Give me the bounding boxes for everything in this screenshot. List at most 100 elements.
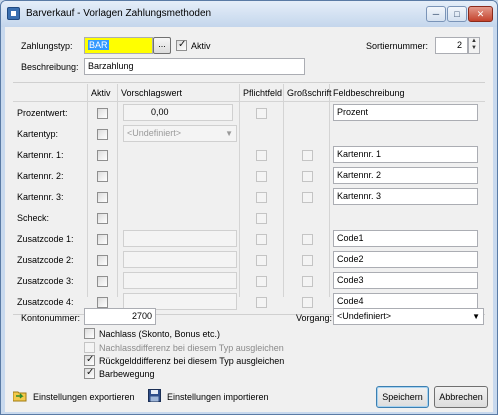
kartentyp-combo[interactable]: <Undefiniert> ▼: [123, 125, 237, 142]
sortiernummer-input[interactable]: 2: [435, 37, 468, 54]
nachlass-label: Nachlass (Skonto, Bonus etc.): [99, 329, 221, 339]
row-label-kartennr-1: Kartennr. 1:: [17, 150, 64, 160]
sortiernummer-spinner[interactable]: ▲ ▼: [468, 37, 480, 54]
zusatzcode1-value-field[interactable]: [123, 230, 237, 247]
nachlassdifferenz-checkbox[interactable]: [84, 342, 95, 353]
kartennr2-grossschrift-checkbox[interactable]: [302, 171, 313, 182]
kartennr1-aktiv-checkbox[interactable]: [97, 150, 108, 161]
kartennr3-pflichtfeld-checkbox[interactable]: [256, 192, 267, 203]
kartennr2-description-input[interactable]: Kartennr. 2: [333, 167, 478, 184]
row-label-zusatzcode-2: Zusatzcode 2:: [17, 255, 74, 265]
dialog-window: Barverkauf - Vorlagen Zahlungsmethoden ─…: [0, 0, 498, 415]
zusatzcode1-pflichtfeld-checkbox[interactable]: [256, 234, 267, 245]
close-button[interactable]: ✕: [468, 6, 493, 22]
aktiv-checkbox[interactable]: [176, 39, 187, 51]
zusatzcode2-value-field[interactable]: [123, 251, 237, 268]
column-header-grossschrift: Großschrift: [287, 88, 332, 98]
grid-line: [283, 84, 284, 297]
kartennr3-aktiv-checkbox[interactable]: [97, 192, 108, 203]
kartentyp-combo-value: <Undefiniert>: [127, 128, 182, 138]
cancel-button[interactable]: Abbrechen: [434, 386, 488, 408]
kartennr1-description-input[interactable]: Kartennr. 1: [333, 146, 478, 163]
prozentwert-description-input[interactable]: Prozent: [333, 104, 478, 121]
zusatzcode3-aktiv-checkbox[interactable]: [97, 276, 108, 287]
rueckgelddifferenz-checkbox[interactable]: [84, 354, 95, 366]
zusatzcode3-pflichtfeld-checkbox[interactable]: [256, 276, 267, 287]
zusatzcode1-aktiv-checkbox[interactable]: [97, 234, 108, 245]
barbewegung-label: Barbewegung: [99, 369, 155, 379]
save-disk-icon: [148, 389, 161, 402]
column-header-feldbeschreibung: Feldbeschreibung: [333, 88, 405, 98]
beschreibung-label: Beschreibung:: [21, 62, 79, 72]
kartennr3-grossschrift-checkbox[interactable]: [302, 192, 313, 203]
row-label-scheck: Scheck:: [17, 213, 50, 223]
zahlungstyp-label: Zahlungstyp:: [21, 41, 73, 51]
chevron-down-icon: ▼: [225, 129, 233, 138]
zusatzcode1-grossschrift-checkbox[interactable]: [302, 234, 313, 245]
row-label-zusatzcode-1: Zusatzcode 1:: [17, 234, 74, 244]
beschreibung-input[interactable]: Barzahlung: [84, 58, 305, 75]
browse-button[interactable]: ...: [153, 37, 171, 54]
title-bar: Barverkauf - Vorlagen Zahlungsmethoden ─…: [1, 1, 497, 27]
minimize-button[interactable]: ─: [426, 6, 446, 22]
close-icon: ✕: [476, 9, 485, 19]
kartentyp-aktiv-checkbox[interactable]: [97, 129, 108, 140]
vorgang-label: Vorgang:: [296, 313, 333, 323]
grid-line: [117, 84, 118, 297]
window-title: Barverkauf - Vorlagen Zahlungsmethoden: [26, 8, 212, 19]
prozentwert-pflichtfeld-checkbox[interactable]: [256, 108, 267, 119]
row-label-kartentyp: Kartentyp:: [17, 129, 59, 139]
column-header-vorschlagswert: Vorschlagswert: [121, 88, 183, 98]
zusatzcode2-grossschrift-checkbox[interactable]: [302, 255, 313, 266]
zusatzcode2-description-input[interactable]: Code2: [333, 251, 478, 268]
zusatzcode4-pflichtfeld-checkbox[interactable]: [256, 297, 267, 308]
kartennr2-aktiv-checkbox[interactable]: [97, 171, 108, 182]
sortiernummer-label: Sortiernummer:: [366, 41, 429, 51]
kartennr1-pflichtfeld-checkbox[interactable]: [256, 150, 267, 161]
chevron-down-icon: ▼: [472, 312, 480, 321]
barbewegung-checkbox[interactable]: [84, 367, 95, 379]
dialog-body: Zahlungstyp: BAR ... Aktiv Sortiernummer…: [5, 27, 493, 412]
zusatzcode3-description-input[interactable]: Code3: [333, 272, 478, 289]
grid-line: [87, 84, 88, 297]
maximize-button[interactable]: □: [447, 6, 467, 22]
import-settings-label: Einstellungen importieren: [167, 392, 269, 402]
nachlass-checkbox[interactable]: [84, 328, 95, 339]
zusatzcode4-aktiv-checkbox[interactable]: [97, 297, 108, 308]
kartennr2-pflichtfeld-checkbox[interactable]: [256, 171, 267, 182]
row-label-zusatzcode-3: Zusatzcode 3:: [17, 276, 74, 286]
row-label-prozentwert: Prozentwert:: [17, 108, 68, 118]
aktiv-label: Aktiv: [191, 41, 211, 51]
kartennr1-grossschrift-checkbox[interactable]: [302, 150, 313, 161]
zusatzcode3-value-field[interactable]: [123, 272, 237, 289]
zusatzcode4-grossschrift-checkbox[interactable]: [302, 297, 313, 308]
rueckgelddifferenz-label: Rückgelddifferenz bei diesem Typ ausglei…: [99, 356, 285, 366]
grid-line: [329, 84, 330, 297]
zahlungstyp-input[interactable]: BAR: [84, 37, 153, 54]
kontonummer-label: Kontonummer:: [21, 313, 81, 323]
export-settings-label: Einstellungen exportieren: [33, 392, 135, 402]
column-header-aktiv: Aktiv: [91, 88, 111, 98]
column-header-pflichtfeld: Pflichtfeld: [243, 88, 283, 98]
nachlassdifferenz-label: Nachlassdifferenz bei diesem Typ ausglei…: [99, 343, 284, 353]
grid-line: [13, 101, 485, 102]
zusatzcode1-description-input[interactable]: Code1: [333, 230, 478, 247]
prozentwert-value-field[interactable]: 0,00: [123, 104, 233, 121]
zusatzcode2-aktiv-checkbox[interactable]: [97, 255, 108, 266]
prozentwert-aktiv-checkbox[interactable]: [97, 108, 108, 119]
save-button[interactable]: Speichern: [376, 386, 429, 408]
row-label-zusatzcode-4: Zusatzcode 4:: [17, 297, 74, 307]
row-label-kartennr-3: Kartennr. 3:: [17, 192, 64, 202]
field-grid: Aktiv Vorschlagswert Pflichtfeld Großsch…: [13, 84, 485, 297]
scheck-aktiv-checkbox[interactable]: [97, 213, 108, 224]
zahlungstyp-value: BAR: [88, 40, 109, 50]
kartennr3-description-input[interactable]: Kartennr. 3: [333, 188, 478, 205]
vorgang-combo[interactable]: <Undefiniert> ▼: [333, 308, 484, 325]
zusatzcode2-pflichtfeld-checkbox[interactable]: [256, 255, 267, 266]
kontonummer-input[interactable]: 2700: [84, 308, 156, 325]
grid-line: [239, 84, 240, 297]
app-icon: [7, 7, 20, 20]
zusatzcode3-grossschrift-checkbox[interactable]: [302, 276, 313, 287]
scheck-pflichtfeld-checkbox[interactable]: [256, 213, 267, 224]
folder-export-icon: [13, 391, 27, 402]
